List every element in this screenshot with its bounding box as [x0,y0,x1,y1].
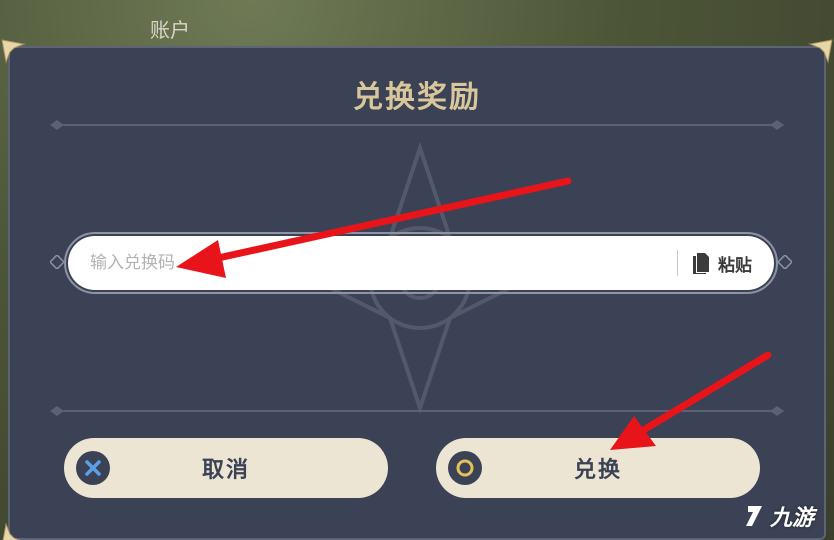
corner-ornament-icon [808,38,834,64]
code-input-container: 粘贴 [50,228,792,298]
logo-icon [742,503,768,529]
diamond-ornament [50,255,64,269]
redeem-dialog: 兑换奖励 粘贴 [1,39,833,540]
cancel-x-icon [76,451,110,485]
diamond-ornament [778,255,792,269]
confirm-circle-icon [448,451,482,485]
watermark-text: 九游 [770,506,815,531]
redeem-code-input[interactable] [68,236,677,290]
dialog-title: 兑换奖励 [353,80,481,115]
bottom-divider [50,404,784,418]
redeem-button[interactable]: 兑换 [436,438,760,498]
paste-button[interactable]: 粘贴 [678,236,774,290]
paste-icon [692,252,710,274]
account-label: 账户 [150,18,190,42]
corner-ornament-icon [0,38,26,64]
paste-label: 粘贴 [718,255,752,276]
cancel-label: 取消 [201,458,250,483]
redeem-label: 兑换 [573,458,622,483]
watermark: 九游 [742,500,814,532]
top-divider [50,118,784,132]
code-input-box: 粘贴 [68,236,774,290]
corner-ornament-icon [0,522,26,540]
cancel-button[interactable]: 取消 [64,438,388,498]
